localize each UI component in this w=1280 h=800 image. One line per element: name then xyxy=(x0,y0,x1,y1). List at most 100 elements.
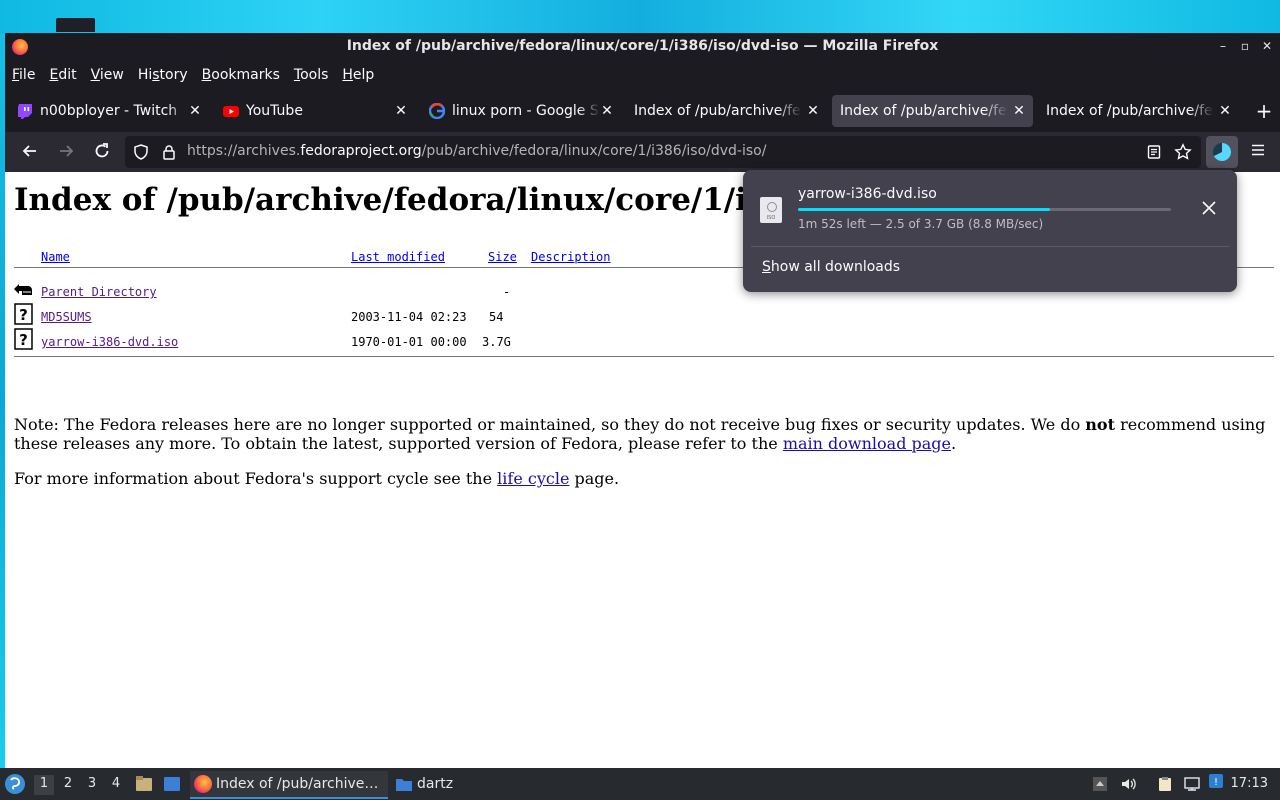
tab-google-search[interactable]: linux porn - Google Search ✕ xyxy=(421,95,621,127)
close-tab-icon[interactable]: ✕ xyxy=(1011,103,1027,119)
file-modified: 2003-11-04 02:23 xyxy=(351,310,467,324)
show-all-downloads-button[interactable]: Show all downloads xyxy=(762,259,900,275)
download-progress-icon xyxy=(1213,143,1231,161)
file-size: 54 xyxy=(489,310,504,324)
file-link[interactable]: yarrow-i386-dvd.iso xyxy=(41,335,178,349)
file-link[interactable]: Parent Directory xyxy=(41,285,157,299)
clock[interactable]: 17:13 xyxy=(1231,776,1268,791)
task-label: Index of /pub/archive… xyxy=(216,776,379,792)
tab-index-active[interactable]: Index of /pub/archive/fedora/linux/core/… xyxy=(832,95,1033,127)
lock-icon[interactable] xyxy=(161,144,177,160)
downloads-button[interactable] xyxy=(1206,136,1238,168)
clipboard-icon[interactable] xyxy=(1157,776,1173,792)
tab-label: linux porn - Google Search xyxy=(452,103,600,119)
download-filename[interactable]: yarrow-i386-dvd.iso xyxy=(798,186,937,202)
url-text[interactable]: https://archives.fedoraproject.org/pub/a… xyxy=(187,143,766,159)
minimize-button[interactable]: – xyxy=(1216,38,1230,54)
close-tab-icon[interactable]: ✕ xyxy=(393,103,409,119)
column-modified-link[interactable]: Last modified xyxy=(351,250,445,264)
column-description-link[interactable]: Description xyxy=(531,250,610,264)
task-file-manager[interactable]: dartz xyxy=(391,771,461,797)
notification-icon[interactable]: ! xyxy=(1209,774,1223,788)
close-tab-icon[interactable]: ✕ xyxy=(187,103,203,119)
firefox-icon xyxy=(194,775,212,793)
column-size-link[interactable]: Size xyxy=(488,250,517,264)
close-tab-icon[interactable]: ✕ xyxy=(599,103,615,119)
app-menu-button[interactable] xyxy=(1248,142,1268,162)
start-menu-button[interactable] xyxy=(5,774,25,794)
desktop-widget xyxy=(56,18,95,32)
tab-label: n00bployer - Twitch xyxy=(40,103,178,119)
tab-index-1[interactable]: Index of /pub/archive/fedora/linux/core/… xyxy=(627,95,827,127)
window-title: Index of /pub/archive/fedora/linux/core/… xyxy=(346,38,939,54)
arrow-left-icon xyxy=(22,145,36,157)
taskbar: 1 2 3 4 Index of /pub/archive… dartz ! 1… xyxy=(0,768,1280,800)
distro-logo-icon xyxy=(10,777,21,790)
reader-view-icon[interactable] xyxy=(1146,144,1162,160)
workspace-4[interactable]: 4 xyxy=(106,775,126,795)
panel-divider xyxy=(751,246,1229,247)
tab-youtube[interactable]: YouTube ✕ xyxy=(215,95,415,127)
table-row: ? yarrow-i386-dvd.iso 1970-01-01 00:00 3… xyxy=(14,328,1274,355)
bookmark-star-icon[interactable] xyxy=(1174,143,1192,161)
file-manager-launcher-icon[interactable] xyxy=(135,775,153,793)
menu-file[interactable]: File xyxy=(5,67,42,83)
file-size: 3.7G xyxy=(482,335,511,349)
iso-file-icon: ISO xyxy=(760,197,782,223)
menu-tools[interactable]: Tools xyxy=(287,67,336,83)
tab-label: YouTube xyxy=(246,103,303,119)
lifecycle-note: For more information about Fedora's supp… xyxy=(14,469,620,488)
file-modified: 1970-01-01 00:00 xyxy=(351,335,467,349)
footer-divider xyxy=(14,356,1274,357)
back-button[interactable] xyxy=(20,142,40,162)
unknown-file-icon: ? xyxy=(14,328,33,350)
volume-icon[interactable] xyxy=(1120,776,1136,792)
menu-history[interactable]: History xyxy=(131,67,195,83)
column-name-link[interactable]: Name xyxy=(41,250,70,264)
close-window-button[interactable]: ✕ xyxy=(1260,38,1274,54)
close-tab-icon[interactable]: ✕ xyxy=(805,103,821,119)
menu-help[interactable]: Help xyxy=(335,67,381,83)
table-row: ? MD5SUMS 2003-11-04 02:23 54 xyxy=(14,303,1274,330)
menu-bar: File Edit View History Bookmarks Tools H… xyxy=(5,60,1280,90)
tray-up-arrow-icon[interactable] xyxy=(1092,776,1108,792)
unsupported-note: Note: The Fedora releases here are no lo… xyxy=(14,415,1266,453)
folder-icon xyxy=(396,779,412,791)
svg-text:?: ? xyxy=(19,331,28,349)
youtube-icon xyxy=(223,106,239,117)
close-icon xyxy=(1202,201,1216,215)
workspace-1[interactable]: 1 xyxy=(34,775,54,795)
forward-button[interactable] xyxy=(56,142,76,162)
maximize-button[interactable]: ▫ xyxy=(1238,38,1252,54)
new-tab-button[interactable]: + xyxy=(1254,101,1274,121)
google-icon xyxy=(429,103,445,119)
firefox-window: Index of /pub/archive/fedora/linux/core/… xyxy=(5,33,1280,768)
title-bar[interactable]: Index of /pub/archive/fedora/linux/core/… xyxy=(5,33,1280,60)
workspace-2[interactable]: 2 xyxy=(58,775,78,795)
svg-text:?: ? xyxy=(19,306,28,324)
main-download-page-link[interactable]: main download page xyxy=(783,434,951,453)
file-link[interactable]: MD5SUMS xyxy=(41,310,92,324)
cancel-download-button[interactable] xyxy=(1199,200,1219,220)
tab-strip: n00bployer - Twitch ✕ YouTube ✕ linux po… xyxy=(5,92,1280,130)
desktop-wallpaper xyxy=(0,0,1280,34)
tracking-protection-shield-icon[interactable] xyxy=(133,144,149,160)
tab-index-3[interactable]: Index of /pub/archive/fedora/linux/core/… xyxy=(1039,95,1239,127)
network-icon[interactable] xyxy=(1184,776,1200,792)
file-size: - xyxy=(503,285,511,299)
tab-label: Index of /pub/archive/fedora/linux/core/… xyxy=(634,103,802,119)
menu-bookmarks[interactable]: Bookmarks xyxy=(195,67,287,83)
menu-view[interactable]: View xyxy=(84,67,131,83)
menu-edit[interactable]: Edit xyxy=(42,67,83,83)
workspace-3[interactable]: 3 xyxy=(82,775,102,795)
task-label: dartz xyxy=(417,776,454,792)
life-cycle-link[interactable]: life cycle xyxy=(497,469,569,488)
download-progress-bar xyxy=(798,208,1171,211)
show-desktop-icon[interactable] xyxy=(163,775,181,793)
reload-icon xyxy=(95,143,109,158)
tab-twitch[interactable]: n00bployer - Twitch ✕ xyxy=(9,95,209,127)
task-firefox[interactable]: Index of /pub/archive… xyxy=(190,771,388,799)
address-bar[interactable]: https://archives.fedoraproject.org/pub/a… xyxy=(125,136,1201,168)
reload-button[interactable] xyxy=(92,142,112,162)
close-tab-icon[interactable]: ✕ xyxy=(1217,103,1233,119)
